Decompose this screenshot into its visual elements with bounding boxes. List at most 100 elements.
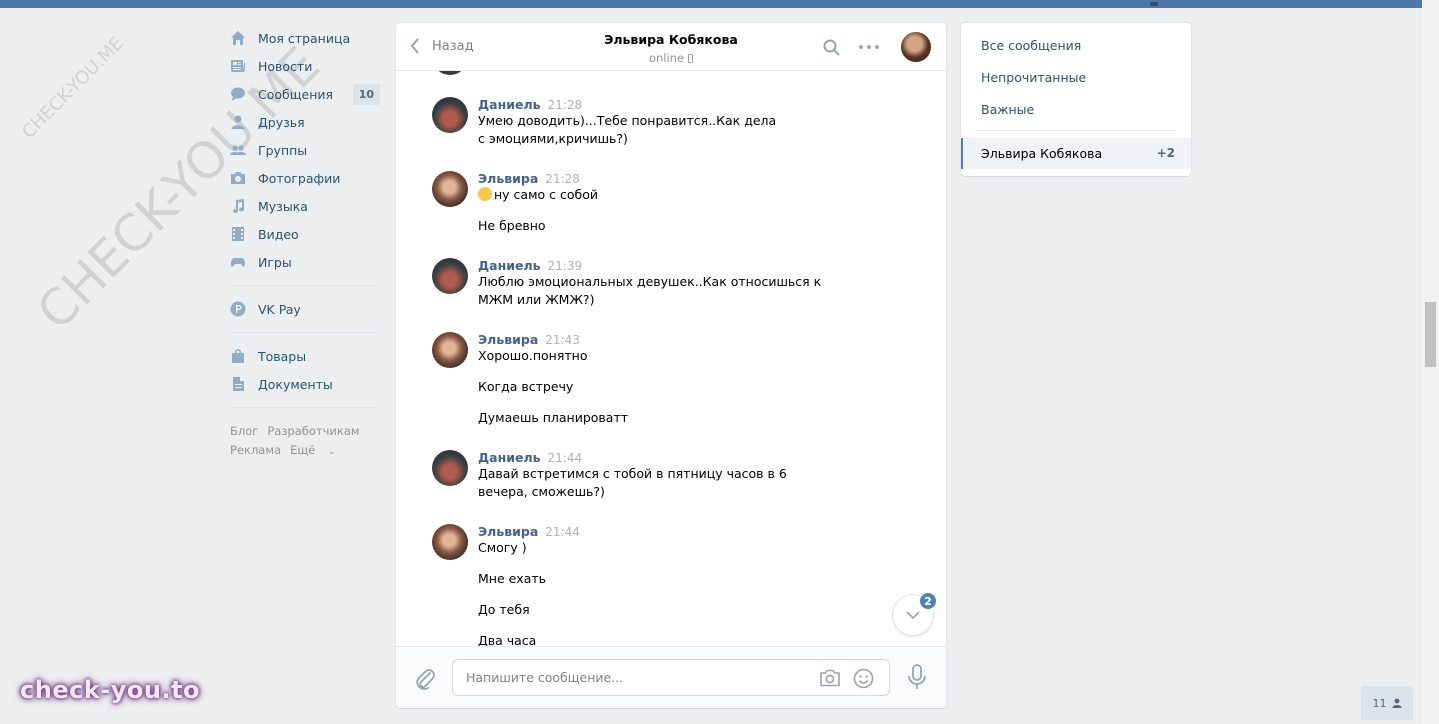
message-composer: Напишите сообщение... [396,646,946,708]
home-icon [230,30,246,46]
smile-icon[interactable] [853,668,874,689]
news-icon [230,58,246,74]
nav-video[interactable]: Видео [230,220,380,248]
nav-label: Документы [258,376,333,392]
message-text: Люблю эмоциональных девушек..Как относиш… [478,274,822,307]
footer-more-label: Ещё [290,443,316,457]
avatar[interactable] [432,171,468,207]
documents-icon [230,376,246,392]
message-time[interactable]: 21:39 [548,259,583,273]
message-input[interactable]: Напишите сообщение... [452,659,890,696]
message-text: Два часа [478,633,537,646]
paperclip-icon[interactable] [414,666,436,690]
chevron-down-icon: ⌄ [327,447,336,457]
avatar[interactable] [432,97,468,133]
message-author[interactable]: Даниель [478,97,541,112]
filters-divider [976,130,1176,131]
games-icon [230,254,246,270]
nav-market[interactable]: Товары [230,342,380,370]
nav-divider [230,332,378,333]
unread-count-badge: 2 [918,591,938,611]
message-time[interactable]: 21:28 [548,98,583,112]
filter-important[interactable]: Важные [981,102,1034,117]
nav-vkpay[interactable]: VK Pay [230,295,380,323]
market-icon [230,348,246,364]
footer-devs-link[interactable]: Разработчикам [267,424,359,438]
nav-groups[interactable]: Группы [230,136,380,164]
online-friends-button[interactable]: 11 [1361,686,1413,720]
peer-status-text: online [648,51,685,65]
nav-friends[interactable]: Друзья [230,108,380,136]
avatar-partial [432,71,468,75]
message-time[interactable]: 21:43 [545,333,580,347]
messages-count-badge: 10 [352,83,380,105]
nav-music[interactable]: Музыка [230,192,380,220]
message-time[interactable]: 21:28 [545,172,580,186]
search-icon[interactable] [823,39,840,56]
person-icon [1392,698,1401,708]
scrollbar-thumb[interactable] [1425,302,1436,367]
avatar[interactable] [432,524,468,560]
online-count: 11 [1372,696,1387,710]
message-text: Думаешь планироватт [478,410,629,425]
brand-watermark: check-you.to [20,676,201,704]
video-icon [230,226,246,242]
message-author[interactable]: Эльвира [478,524,538,539]
message-author[interactable]: Эльвира [478,171,538,186]
avatar[interactable] [432,258,468,294]
watermark-small: CHECK-YOU.ME [18,33,128,143]
footer-ads-link[interactable]: Реклама [230,443,281,457]
message-history[interactable]: Даниель 21:28 Умею доводить)...Тебе понра… [396,71,946,646]
groups-icon [230,142,246,158]
message-text: Хорошо.понятно [478,348,588,363]
avatar[interactable] [432,450,468,486]
nav-label: Видео [258,226,299,242]
footer-blog-link[interactable]: Блог [230,424,258,438]
more-actions-icon[interactable] [859,39,879,55]
message-text-content: ну само с собой [494,187,598,202]
message-input-placeholder: Напишите сообщение... [466,670,624,685]
chat-panel: Назад Эльвира Кобякова online Даниель 21:… [396,23,946,708]
microphone-icon[interactable] [907,664,927,690]
grinning-emoji-icon [478,187,492,201]
nav-divider [230,285,378,286]
active-conversation-name: Эльвира Кобякова [981,146,1103,161]
messages-icon [230,86,246,102]
nav-label: Музыка [258,198,308,214]
message-author[interactable]: Эльвира [478,332,538,347]
vkpay-icon [230,301,246,317]
nav-label: Новости [258,58,313,74]
filter-all-messages[interactable]: Все сообщения [981,38,1081,53]
active-conversation-count: +2 [1156,146,1175,160]
music-icon [230,198,246,214]
nav-label: Фотографии [258,170,341,186]
nav-news[interactable]: Новости [230,52,380,80]
message-text: Не бревно [478,218,546,233]
nav-photos[interactable]: Фотографии [230,164,380,192]
message-author[interactable]: Даниель [478,258,541,273]
nav-my-page[interactable]: Моя страница [230,24,380,52]
message-author[interactable]: Даниель [478,450,541,465]
peer-avatar[interactable] [901,32,931,62]
nav-messages[interactable]: Сообщения 10 [230,80,380,108]
filter-unread[interactable]: Непрочитанные [981,70,1086,85]
active-conversation-item[interactable]: Эльвира Кобякова +2 [961,138,1191,169]
message-text: Мне ехать [478,571,547,586]
nav-label: Игры [258,254,292,270]
message-time[interactable]: 21:44 [545,525,580,539]
message-text: Умею доводить)...Тебе понравится..Как де… [478,113,777,146]
message-text: До тебя [478,602,530,617]
nav-games[interactable]: Игры [230,248,380,276]
photos-icon [230,170,246,186]
footer-more-link[interactable]: Ещё ⌄ [290,443,344,457]
left-navigation: Моя страница Новости Сообщения 10 Друзья… [230,24,380,462]
avatar[interactable] [432,332,468,368]
nav-documents[interactable]: Документы [230,370,380,398]
mobile-icon [688,54,694,63]
friends-icon [230,114,246,130]
message-time[interactable]: 21:44 [548,451,583,465]
page-scrollbar[interactable] [1422,0,1439,724]
camera-icon[interactable] [819,669,841,687]
message-text: ну само с собой [478,186,878,204]
header-tick [1150,2,1158,6]
